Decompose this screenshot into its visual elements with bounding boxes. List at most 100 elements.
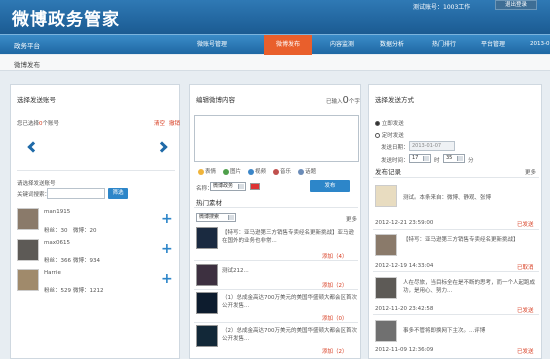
account-fans: 粉丝：529 — [44, 288, 71, 294]
hour-select[interactable]: 17 — [409, 154, 431, 163]
nav-date: 2013-0 — [530, 41, 550, 47]
weibo-textarea[interactable] — [194, 115, 359, 162]
avatar — [375, 277, 397, 299]
record-text: 事多不管将即换网下主次。...评博 — [403, 328, 486, 334]
nav-data-analysis[interactable]: 数据分析 — [368, 35, 416, 55]
header: 微博政务管家 测试账号：1003工作 退出登录 — [0, 0, 550, 34]
radio-checked-icon — [375, 121, 380, 126]
nav-account-management[interactable]: 微账号管理 — [188, 35, 236, 55]
account-label: 测试账号：1003工作 — [413, 4, 471, 11]
record-status: 已发送 — [517, 222, 534, 228]
record-time: 2012-11-20 23:42:58 — [375, 306, 434, 312]
account-fans: 粉丝：30 — [44, 228, 68, 234]
manage-link[interactable]: 撤销 — [169, 119, 180, 127]
material-text: 测试212... — [222, 268, 249, 274]
topic-icon — [298, 168, 305, 175]
search-input[interactable] — [47, 188, 105, 199]
topic-tool[interactable]: 话题 — [298, 168, 316, 175]
record-text: 【特写：亚马逊第三方销售专卖经名更新挑战】 — [403, 237, 519, 243]
record-time: 2012-12-19 14:33:04 — [375, 263, 434, 269]
radio-icon — [375, 133, 380, 138]
char-counter: 已输入0个字 — [326, 95, 360, 106]
page-title: 微博发布 — [14, 61, 40, 69]
account-weibo: 微博：934 — [73, 258, 100, 264]
avatar — [17, 208, 39, 230]
panel-title: 选择发送账号 — [17, 96, 56, 104]
timed-send-option[interactable]: 定时发送 — [375, 131, 404, 139]
avatar — [375, 320, 397, 342]
minute-unit: 分 — [468, 158, 474, 164]
add-account-icon[interactable]: + — [161, 272, 173, 286]
account-weibo: 微博：1212 — [73, 288, 104, 294]
date-label: 发送日期： — [381, 145, 409, 151]
nav-content-monitor[interactable]: 内容监测 — [318, 35, 366, 55]
account-weibo: 微博：20 — [73, 228, 97, 234]
more-link[interactable]: 更多 — [525, 168, 536, 176]
smile-icon — [198, 168, 204, 175]
emoji-tool[interactable]: 表情 — [198, 168, 216, 175]
nav-platform-management[interactable]: 平台管理 — [469, 35, 517, 55]
logout-button[interactable]: 退出登录 — [495, 0, 537, 10]
time-label: 发送时间： — [381, 158, 409, 164]
minute-select[interactable]: 35 — [443, 154, 465, 163]
material-add[interactable]: 添加（2） — [322, 347, 348, 355]
search-label: 关键词搜索： — [17, 192, 51, 198]
nav-weibo-publish[interactable]: 微博发布 — [264, 35, 312, 55]
image-icon — [223, 168, 230, 175]
app-logo: 微博政务管家 — [12, 10, 120, 30]
material-title: 热门素材 — [196, 199, 222, 207]
avatar — [375, 185, 397, 207]
avatar — [17, 269, 39, 291]
choose-title: 请选择发送账号 — [17, 181, 56, 187]
date-input[interactable]: 2013-01-07 — [409, 141, 455, 151]
material-filter[interactable]: 微博搜索 — [196, 213, 236, 222]
record-time: 2012-11-09 12:36:09 — [375, 347, 434, 353]
material-thumb — [196, 325, 218, 347]
record-status: 已取消 — [517, 265, 534, 271]
material-add[interactable]: 添加（4） — [322, 252, 348, 260]
video-icon — [248, 168, 255, 175]
material-thumb — [196, 264, 218, 286]
image-tool[interactable]: 图片 — [223, 168, 241, 175]
next-arrow-icon[interactable] — [156, 141, 168, 153]
add-account-icon[interactable]: + — [161, 242, 173, 256]
subnav: 微博发布 — [0, 55, 550, 71]
avatar — [17, 239, 39, 261]
send-method-panel: 选择发送方式 立即发送 定时发送 发送日期： 2013-01-07 发送时间： … — [368, 84, 542, 359]
material-text: （2）总成金高达700万美元的美国华盛顿大都会区首次公开发售... — [222, 328, 357, 342]
flag-icon — [250, 183, 260, 190]
avatar — [375, 234, 397, 256]
compose-toolbar: 表情 图片 视频 音乐 话题 — [198, 167, 316, 175]
account-panel: 选择发送账号 您已选择0个账号 清空 撤销 请选择发送账号 关键词搜索： 筛选 … — [10, 84, 180, 359]
material-add[interactable]: 添加（2） — [322, 281, 348, 289]
clear-link[interactable]: 清空 — [154, 119, 165, 127]
record-text: 测试。本条来自：微博、静观、张博 — [403, 195, 492, 201]
search-button[interactable]: 筛选 — [108, 188, 128, 199]
add-account-icon[interactable]: + — [161, 212, 173, 226]
panel-title: 选择发送方式 — [375, 96, 414, 104]
hour-unit: 时 — [434, 158, 440, 164]
material-text: 【特写：亚马逊第三方销售专卖经名更新挑战】亚马逊在国外的业务也非常... — [222, 230, 355, 244]
publish-button[interactable]: 发布 — [310, 180, 350, 192]
prev-arrow-icon[interactable] — [27, 141, 39, 153]
compose-panel: 编辑微博内容 已输入0个字 表情 图片 视频 音乐 话题 名称： 微博政务 发布… — [189, 84, 361, 359]
panel-title: 编辑微博内容 — [196, 96, 235, 104]
music-tool[interactable]: 音乐 — [273, 168, 291, 175]
account-fans: 粉丝：366 — [44, 258, 71, 264]
main-nav: 政务平台 微账号管理 微博发布 内容监测 数据分析 热门排行 平台管理 2013… — [0, 34, 550, 55]
send-now-option[interactable]: 立即发送 — [375, 119, 404, 127]
record-text: 人在尽旅，当目标全在是不断的思考，而一个人起跑成功，是用心、努力... — [403, 280, 536, 294]
nav-hot-ranking[interactable]: 热门排行 — [420, 35, 468, 55]
record-status: 已发送 — [517, 308, 534, 314]
more-link[interactable]: 更多 — [346, 215, 357, 223]
account-name: max0615 — [44, 240, 70, 246]
material-thumb — [196, 227, 218, 249]
music-icon — [273, 168, 280, 175]
material-add[interactable]: 添加（0） — [322, 314, 348, 322]
material-text: （1）总成金高达700万美元的美国华盛顿大都会区首次公开发售... — [222, 295, 357, 309]
platform-label: 政务平台 — [14, 42, 40, 50]
record-title: 发布记录 — [375, 168, 401, 176]
video-tool[interactable]: 视频 — [248, 168, 266, 175]
source-select[interactable]: 微博政务 — [210, 182, 246, 191]
material-thumb — [196, 292, 218, 314]
